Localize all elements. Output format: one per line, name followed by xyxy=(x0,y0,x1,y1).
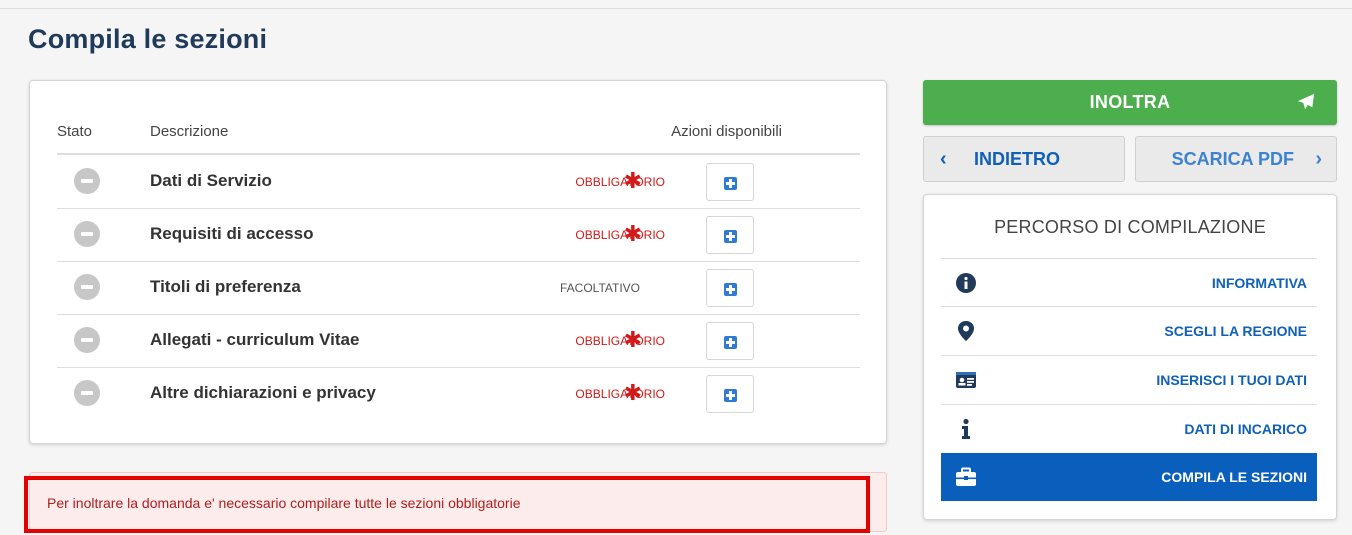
status-incomplete-icon xyxy=(74,221,100,247)
path-item-label: INFORMATIVA xyxy=(1211,275,1307,291)
info-icon xyxy=(962,418,970,439)
path-item-label: DATI DI INCARICO xyxy=(1184,421,1307,437)
path-item-label: COMPILA LE SEZIONI xyxy=(1161,469,1307,485)
inoltra-button[interactable]: INOLTRA xyxy=(923,80,1337,125)
header-azioni: Azioni disponibili xyxy=(671,123,782,140)
section-name: Requisiti di accesso xyxy=(150,224,314,243)
scarica-pdf-label: SCARICA PDF xyxy=(1171,149,1294,169)
table-row: Requisiti di accesso OBBLIGATORIO ✱ xyxy=(57,208,860,262)
status-incomplete-icon xyxy=(74,327,100,353)
percorso-card: PERCORSO DI COMPILAZIONE INFORMATIVA SCE… xyxy=(923,194,1337,520)
header-descrizione: Descrizione xyxy=(150,123,229,140)
briefcase-icon xyxy=(956,467,976,486)
status-incomplete-icon xyxy=(74,274,100,300)
add-section-button[interactable] xyxy=(706,269,754,307)
asterisk-icon: ✱ xyxy=(623,380,642,405)
add-section-button[interactable] xyxy=(706,375,754,413)
percorso-title: PERCORSO DI COMPILAZIONE xyxy=(994,217,1266,237)
table-header: Stato Descrizione Azioni disponibili xyxy=(57,121,860,155)
asterisk-icon: ✱ xyxy=(623,327,642,352)
add-section-button[interactable] xyxy=(706,322,754,360)
page-title: Compila le sezioni xyxy=(28,24,268,54)
info-circle-icon xyxy=(956,273,976,293)
indietro-button[interactable]: ‹ INDIETRO xyxy=(923,136,1125,182)
map-marker-icon xyxy=(958,321,974,341)
plus-square-icon xyxy=(724,336,737,349)
inoltra-label: INOLTRA xyxy=(1089,92,1171,112)
path-item-inserisci-dati[interactable]: INSERISCI I TUOI DATI xyxy=(941,355,1317,403)
top-divider xyxy=(0,8,1352,9)
table-row: Titoli di preferenza FACOLTATIVO xyxy=(57,261,860,315)
status-incomplete-icon xyxy=(74,168,100,194)
optional-badge: FACOLTATIVO xyxy=(559,281,640,295)
required-badge: OBBLIGATORIO xyxy=(575,175,665,189)
chevron-left-icon: ‹ xyxy=(940,148,947,170)
path-item-dati-incarico[interactable]: DATI DI INCARICO xyxy=(941,404,1317,452)
chevron-right-icon: › xyxy=(1315,148,1322,170)
asterisk-icon: ✱ xyxy=(623,221,642,246)
table-row: Altre dichiarazioni e privacy OBBLIGATOR… xyxy=(57,367,860,420)
plus-square-icon xyxy=(724,230,737,243)
path-item-label: SCEGLI LA REGIONE xyxy=(1164,323,1307,339)
section-name: Dati di Servizio xyxy=(150,171,272,190)
id-card-icon xyxy=(956,372,976,388)
section-name: Altre dichiarazioni e privacy xyxy=(150,383,376,402)
path-item-label: INSERISCI I TUOI DATI xyxy=(1156,372,1307,388)
status-incomplete-icon xyxy=(74,380,100,406)
plus-square-icon xyxy=(724,283,737,296)
table-row: Allegati - curriculum Vitae OBBLIGATORIO… xyxy=(57,314,860,368)
required-badge: OBBLIGATORIO xyxy=(575,387,665,401)
scarica-pdf-button[interactable]: SCARICA PDF › xyxy=(1135,136,1337,182)
asterisk-icon: ✱ xyxy=(623,168,642,193)
required-badge: OBBLIGATORIO xyxy=(575,334,665,348)
add-section-button[interactable] xyxy=(706,163,754,201)
header-stato: Stato xyxy=(57,123,93,140)
path-item-compila-sezioni[interactable]: COMPILA LE SEZIONI xyxy=(941,453,1317,501)
path-item-informativa[interactable]: INFORMATIVA xyxy=(941,258,1317,306)
add-section-button[interactable] xyxy=(706,216,754,254)
required-badge: OBBLIGATORIO xyxy=(575,228,665,242)
indietro-label: INDIETRO xyxy=(974,149,1061,169)
paper-plane-icon xyxy=(1297,93,1315,110)
section-name: Titoli di preferenza xyxy=(150,277,301,296)
plus-square-icon xyxy=(724,177,737,190)
table-row: Dati di Servizio OBBLIGATORIO ✱ xyxy=(57,155,860,209)
sections-card: Stato Descrizione Azioni disponibili Dat… xyxy=(29,80,887,444)
path-item-scegli-regione[interactable]: SCEGLI LA REGIONE xyxy=(941,306,1317,354)
alert-message: Per inoltrare la domanda e' necessario c… xyxy=(47,495,521,511)
plus-square-icon xyxy=(724,389,737,402)
section-name: Allegati - curriculum Vitae xyxy=(150,330,360,349)
